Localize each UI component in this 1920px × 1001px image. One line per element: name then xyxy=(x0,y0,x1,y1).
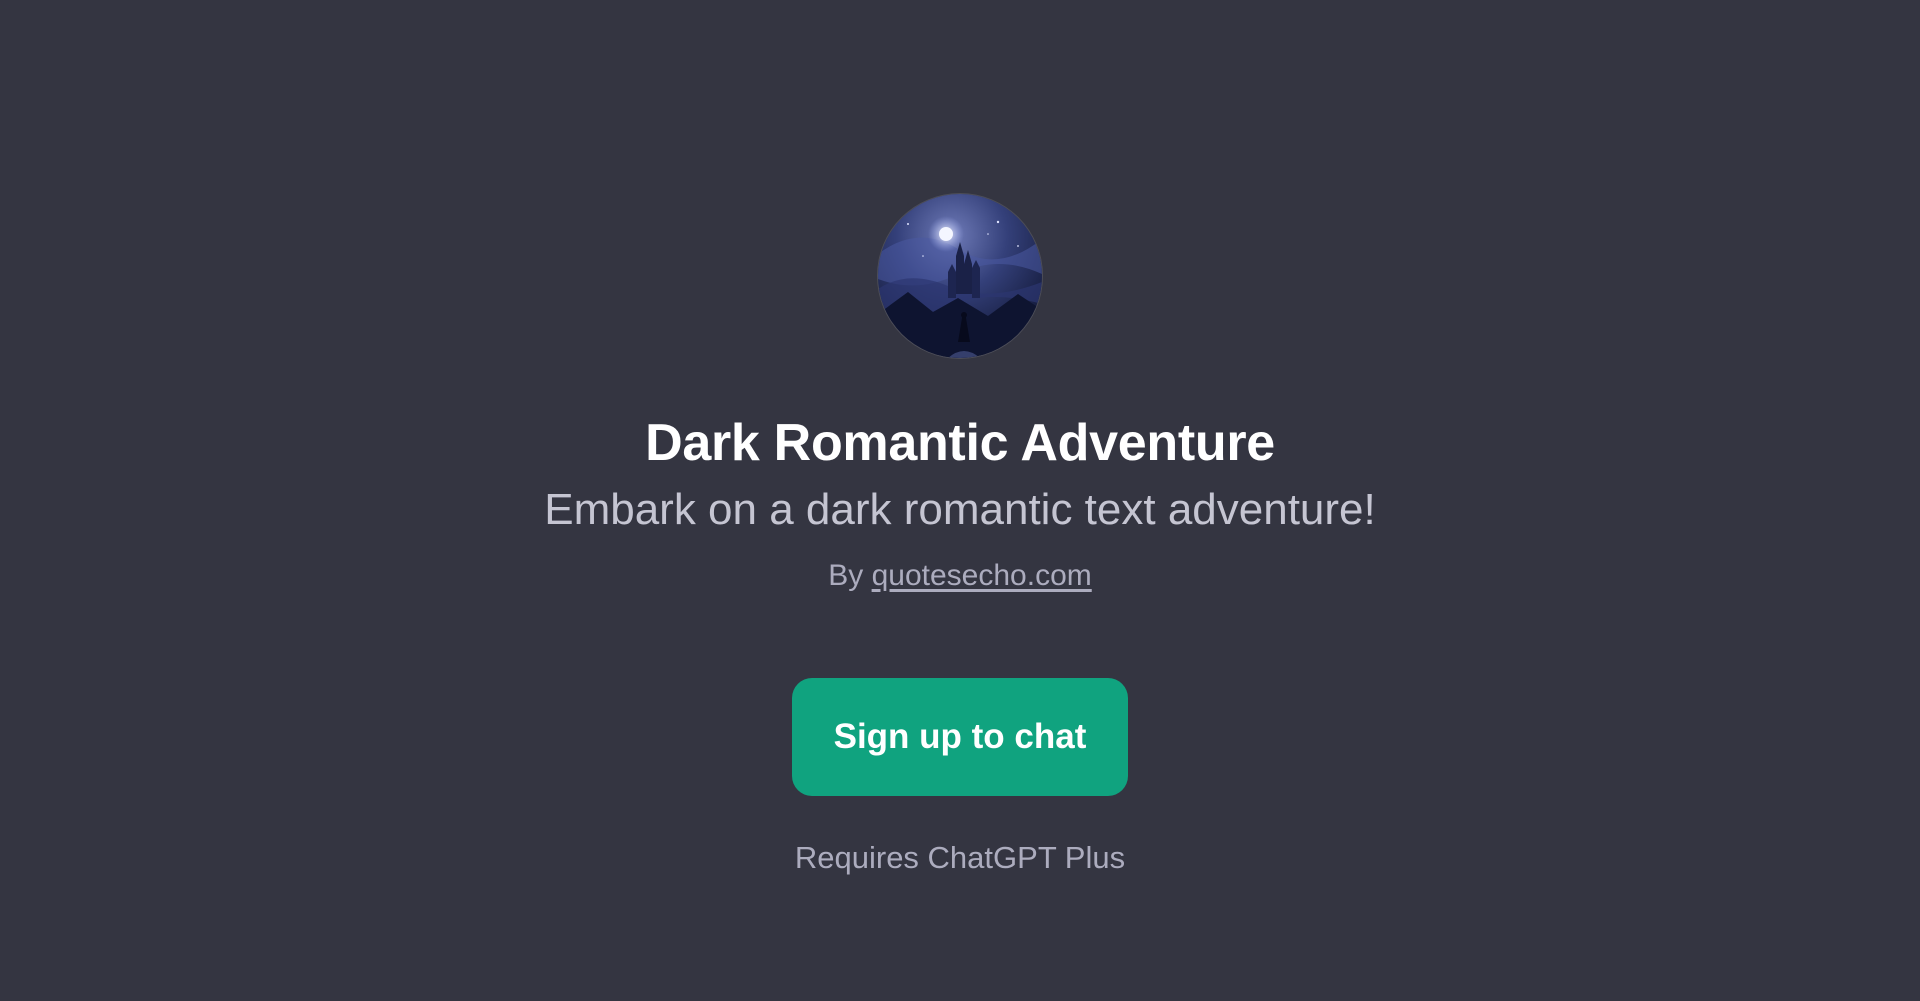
gpt-description: Embark on a dark romantic text adventure… xyxy=(544,485,1376,534)
gpt-landing-page: Dark Romantic Adventure Embark on a dark… xyxy=(0,0,1920,1001)
byline-prefix: By xyxy=(828,559,864,592)
author-link[interactable]: quotesecho.com xyxy=(872,559,1092,592)
dark-castle-moon-icon xyxy=(878,194,1042,358)
sign-up-to-chat-button[interactable]: Sign up to chat xyxy=(792,678,1128,796)
gpt-title: Dark Romantic Adventure xyxy=(645,414,1275,472)
gpt-avatar xyxy=(878,194,1042,358)
plus-requirement-note: Requires ChatGPT Plus xyxy=(794,840,1126,875)
author-byline: By quotesecho.com xyxy=(0,554,1920,598)
